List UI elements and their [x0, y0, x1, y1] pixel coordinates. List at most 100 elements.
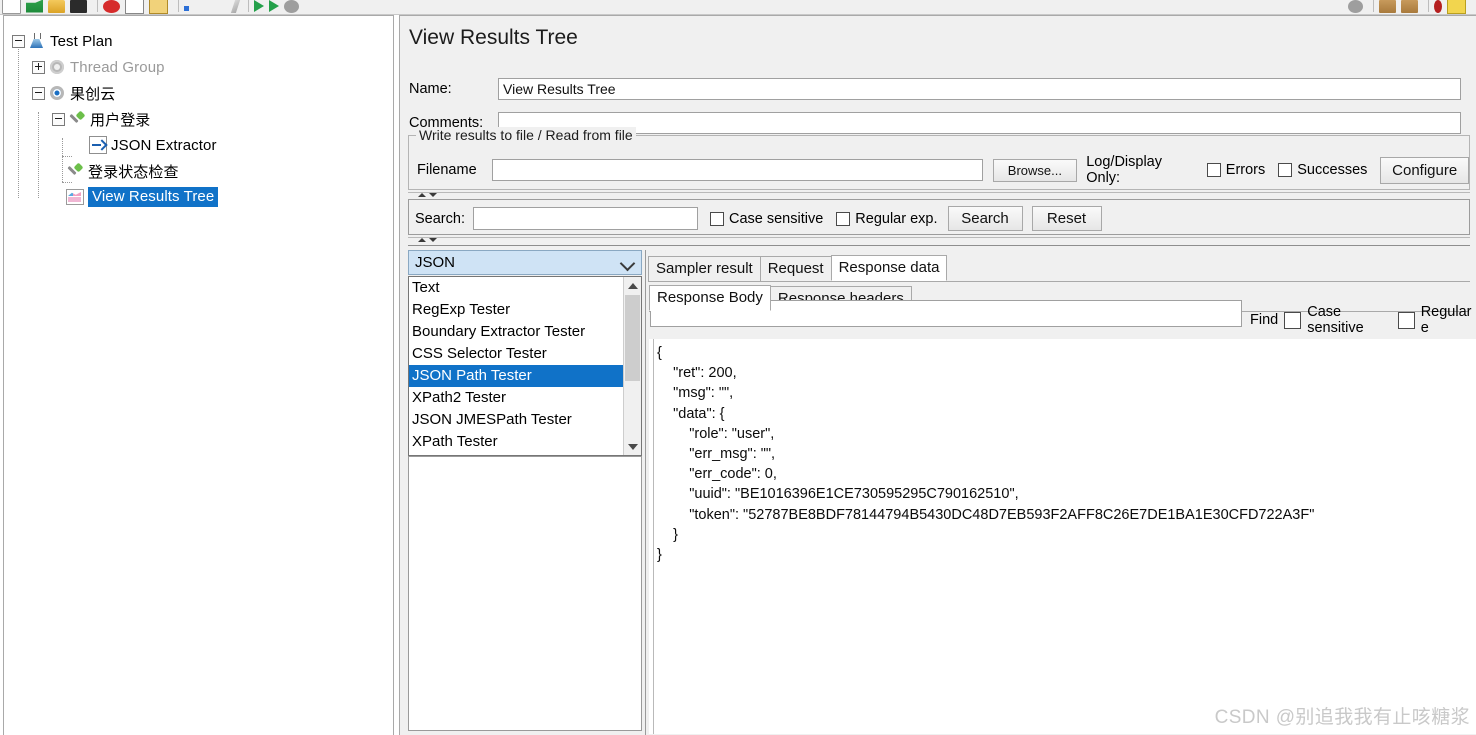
search-button[interactable]: Search [947, 206, 1023, 231]
chevron-up-icon[interactable] [418, 238, 426, 242]
find-regular-exp-checkbox[interactable] [1397, 311, 1415, 329]
chevron-down-icon[interactable] [429, 193, 437, 197]
filename-input[interactable] [491, 159, 983, 181]
tab-response-body[interactable]: Response Body [649, 285, 771, 311]
shutdown-icon[interactable] [1348, 0, 1363, 13]
chevron-down-icon[interactable] [619, 255, 636, 272]
splitter-middle[interactable] [408, 237, 1470, 246]
scroll-down-button[interactable] [624, 438, 641, 455]
cut-icon[interactable] [103, 0, 120, 13]
find-case-sensitive-label: Case sensitive [1307, 304, 1364, 336]
expand-handle-icon[interactable] [32, 60, 45, 74]
tab-response-data[interactable]: Response data [830, 255, 948, 281]
renderer-left-pane [408, 456, 642, 731]
chevron-down-icon[interactable] [429, 238, 437, 242]
name-row: Name: [409, 78, 1469, 100]
paste-icon[interactable] [149, 0, 168, 14]
search-bar: Search: Case sensitive Regular exp. Sear… [408, 199, 1470, 235]
sampler-icon [66, 162, 84, 180]
filename-row: Filename Browse... Log/Display Only: Err… [417, 154, 1469, 186]
result-tabs[interactable]: Sampler result Request Response data [648, 255, 948, 281]
toolbar-divider [1373, 0, 1374, 12]
search-input[interactable] [472, 207, 698, 230]
pencil-icon[interactable] [230, 0, 241, 13]
list-item-selected[interactable]: JSON Path Tester [409, 365, 641, 387]
view-results-tree-icon [66, 189, 84, 205]
renderer-dropdown-list[interactable]: Text RegExp Tester Boundary Extractor Te… [408, 276, 642, 456]
tree-node-user-login[interactable]: 用户登录 [52, 108, 150, 130]
tree-node-guochuangyun[interactable]: 果创云 [32, 82, 115, 104]
renderer-combobox[interactable]: JSON [408, 250, 642, 275]
list-item[interactable]: RegExp Tester [409, 299, 641, 321]
search-regular-exp-label: Regular exp. [855, 210, 938, 227]
json-extractor-icon [89, 136, 107, 154]
name-input[interactable] [498, 78, 1461, 100]
vertical-divider [645, 250, 646, 735]
collapse-handle-icon[interactable] [12, 34, 25, 48]
toolbar-divider [97, 0, 98, 12]
list-item[interactable]: XPath Tester [409, 431, 641, 453]
main-toolbar [0, 0, 1476, 15]
toolbar-divider [1428, 0, 1429, 12]
errors-checkbox[interactable] [1206, 163, 1221, 177]
test-plan-tree[interactable]: Test Plan Thread Group 果创云 用户登录 JSON Ext… [3, 15, 394, 735]
successes-checkbox[interactable] [1278, 163, 1293, 177]
toolbar-spacer [194, 0, 228, 13]
new-icon[interactable] [2, 0, 21, 14]
toolbar-divider [248, 0, 249, 12]
save-icon[interactable] [70, 0, 87, 13]
find-regular-exp-label: Regular e [1420, 304, 1472, 336]
browse-button[interactable]: Browse... [992, 158, 1078, 182]
list-item[interactable]: JSON JMESPath Tester [409, 409, 641, 431]
dropdown-scrollbar[interactable] [623, 277, 641, 455]
tree-node-test-plan[interactable]: Test Plan [12, 30, 113, 52]
tree-node-label: View Results Tree [88, 187, 219, 207]
thread-group-icon [48, 58, 66, 76]
sampler-icon [68, 110, 86, 128]
tree-node-view-results-tree[interactable]: View Results Tree [66, 186, 219, 208]
result-tabs-underline [648, 281, 1470, 282]
splitter-arrows[interactable] [418, 238, 437, 242]
tab-sampler-result[interactable]: Sampler result [648, 256, 761, 281]
search-regular-exp-checkbox[interactable] [836, 211, 851, 226]
response-body-area[interactable]: { "ret": 200, "msg": "", "data": { "role… [649, 339, 1476, 734]
clear-all-icon[interactable] [1401, 0, 1418, 13]
configure-button[interactable]: Configure [1380, 156, 1469, 184]
toolbar-icon-group-right [1348, 0, 1476, 14]
function-helper-icon[interactable] [1447, 0, 1466, 14]
list-item[interactable]: Text [409, 277, 641, 299]
toolbar-divider [178, 0, 179, 12]
scroll-up-button[interactable] [624, 277, 641, 294]
search-case-sensitive-checkbox[interactable] [709, 211, 724, 226]
splitter-arrows[interactable] [418, 193, 437, 197]
start-icon[interactable] [254, 0, 264, 12]
chevron-down-icon [627, 443, 638, 450]
start-no-pauses-icon[interactable] [269, 0, 279, 12]
list-item[interactable]: Boundary Extractor Tester [409, 321, 641, 343]
tree-node-login-status-check[interactable]: 登录状态检查 [66, 160, 179, 182]
open-icon[interactable] [26, 0, 43, 13]
tab-request[interactable]: Request [759, 256, 832, 281]
tree-node-label: 登录状态检查 [88, 163, 179, 181]
toggle-icon[interactable] [1434, 0, 1442, 13]
tree-node-json-extractor[interactable]: JSON Extractor [89, 134, 217, 156]
chevron-up-icon[interactable] [418, 193, 426, 197]
copy-icon[interactable] [125, 0, 144, 14]
comments-input[interactable] [498, 112, 1461, 134]
list-item[interactable]: XPath2 Tester [409, 387, 641, 409]
tree-connector [62, 138, 63, 182]
scrollbar-thumb[interactable] [625, 295, 640, 381]
tree-node-thread-group[interactable]: Thread Group [32, 56, 165, 78]
clear-icon[interactable] [1379, 0, 1396, 13]
search-label: Search: [415, 210, 465, 227]
expand-icon[interactable] [184, 5, 189, 11]
collapse-handle-icon[interactable] [32, 86, 45, 100]
stop-icon[interactable] [284, 0, 299, 13]
chevron-up-icon [627, 282, 638, 289]
jmeter-window: Test Plan Thread Group 果创云 用户登录 JSON Ext… [0, 0, 1476, 735]
list-item[interactable]: CSS Selector Tester [409, 343, 641, 365]
folder-icon[interactable] [48, 0, 65, 13]
find-case-sensitive-checkbox[interactable] [1284, 311, 1302, 329]
collapse-handle-icon[interactable] [52, 112, 65, 126]
reset-button[interactable]: Reset [1031, 206, 1102, 231]
